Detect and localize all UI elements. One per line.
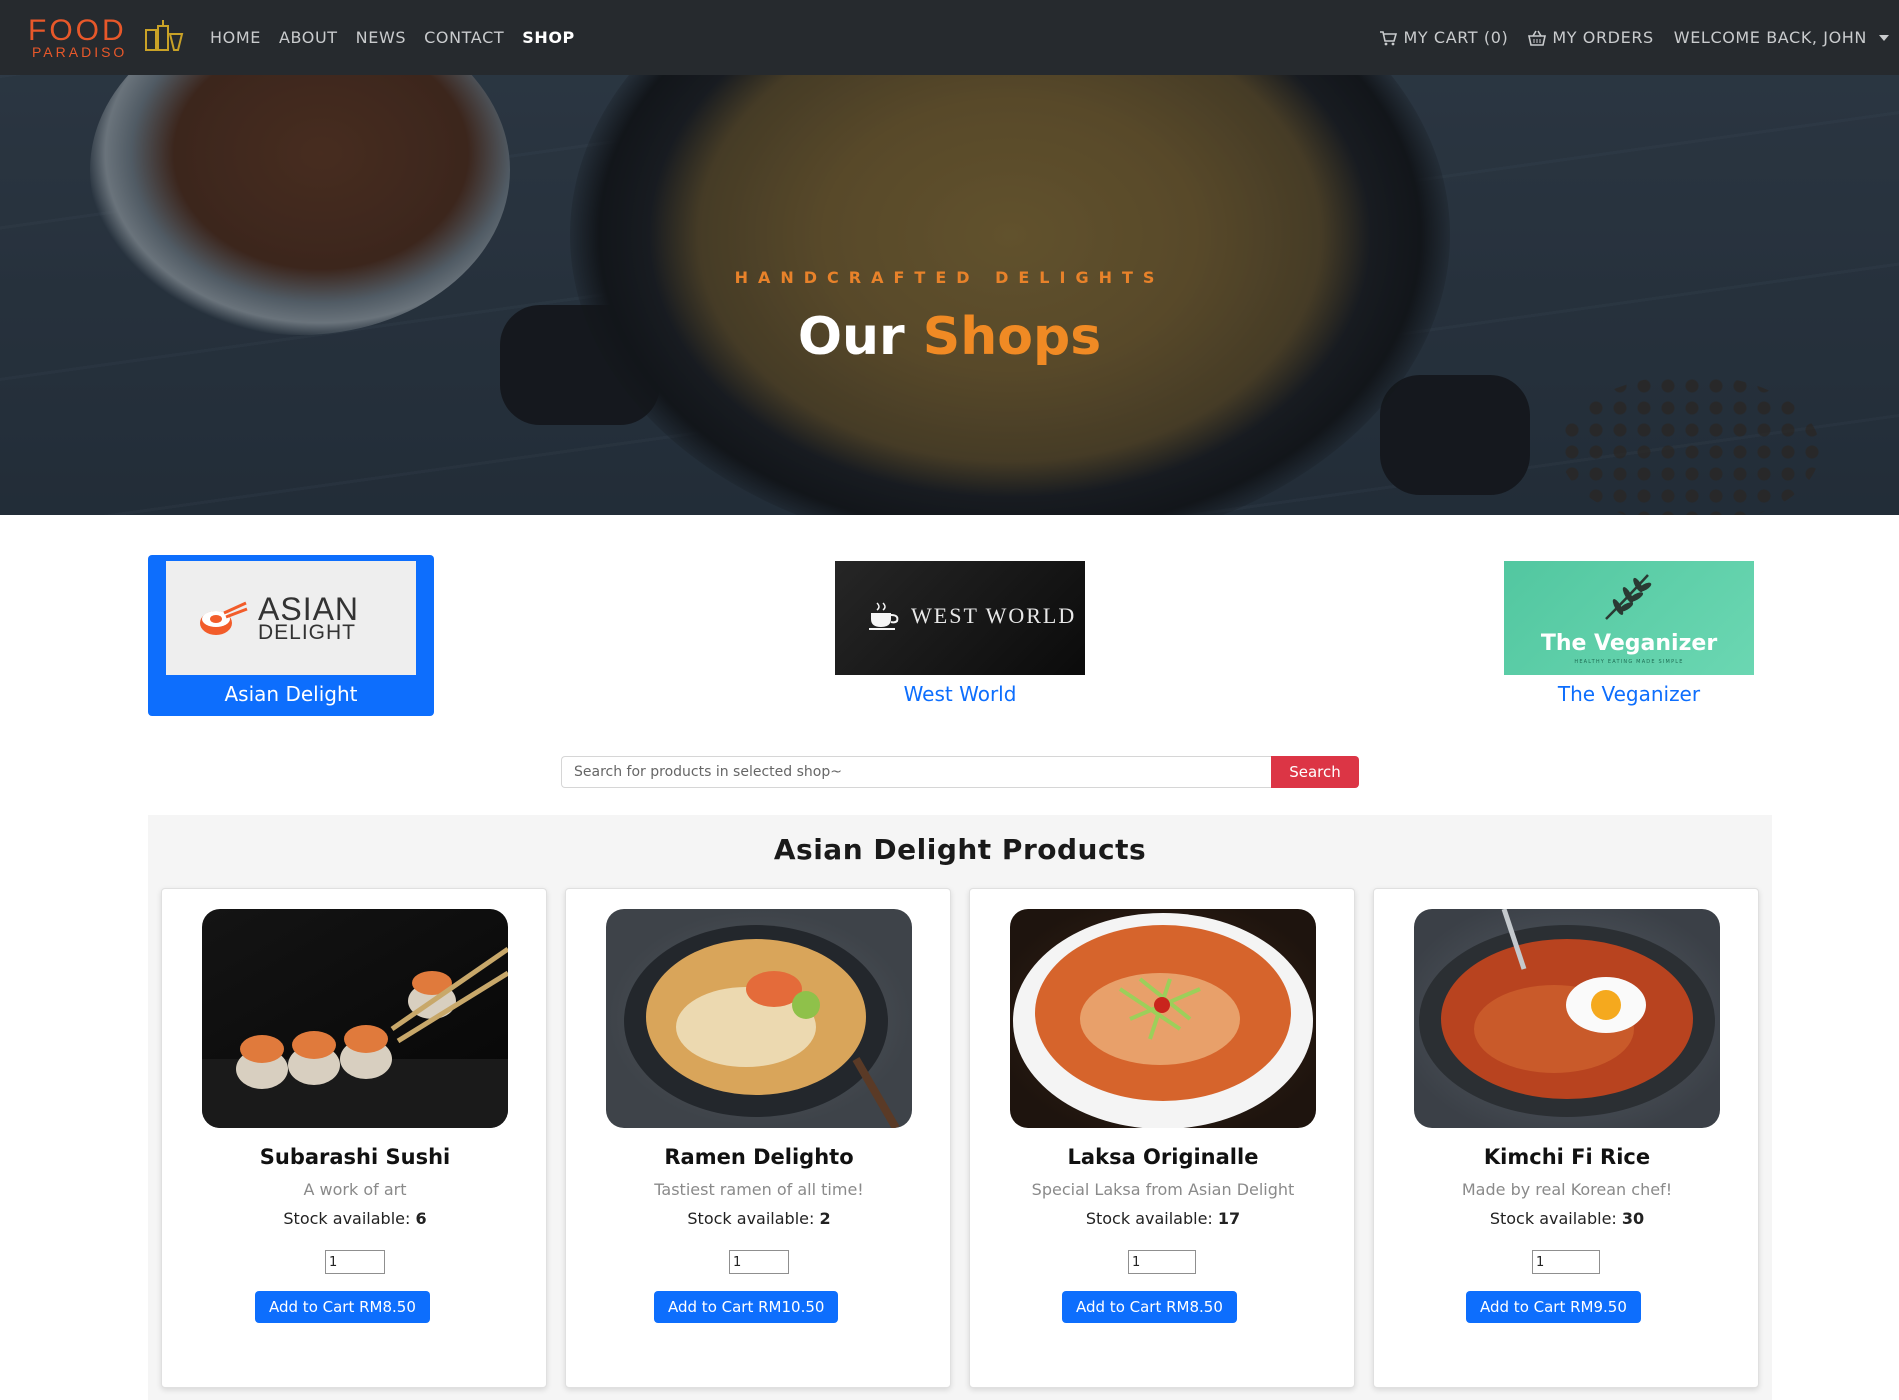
shop-name-west-world: West World <box>903 682 1017 706</box>
product-search-bar: Search <box>561 756 1359 788</box>
sushi-roll-icon <box>200 601 248 635</box>
chevron-down-icon <box>1879 34 1889 41</box>
hero-banner: HANDCRAFTED DELIGHTS Our Shops <box>0 75 1899 515</box>
veganizer-logo: The Veganizer HEALTHY EATING MADE SIMPLE <box>1504 561 1754 675</box>
product-name: Ramen Delighto <box>664 1145 854 1169</box>
stock-count: 2 <box>819 1209 831 1228</box>
product-stock: Stock available: 30 <box>1374 1209 1760 1228</box>
nav-link-contact[interactable]: CONTACT <box>424 28 504 47</box>
product-name: Kimchi Fi Rice <box>1483 1145 1651 1169</box>
main-nav-links: HOME ABOUT NEWS CONTACT SHOP <box>210 0 575 75</box>
stock-count: 30 <box>1621 1209 1645 1228</box>
nav-link-home[interactable]: HOME <box>210 28 261 47</box>
product-stock: Stock available: 2 <box>566 1209 952 1228</box>
stock-count: 6 <box>415 1209 427 1228</box>
product-description: Tastiest ramen of all time! <box>654 1180 864 1199</box>
products-section-title: Asian Delight Products <box>773 833 1147 866</box>
user-nav: MY CART (0) MY ORDERS WELCOME BACK, JOHN <box>1379 0 1889 75</box>
product-card-kimchi-fi-rice: Kimchi Fi Rice Made by real Korean chef!… <box>1373 888 1759 1388</box>
shop-name-the-veganizer: The Veganizer <box>1557 682 1701 706</box>
logo-word-paradiso: PARADISO <box>32 44 128 60</box>
hero-title-white: Our <box>797 307 905 367</box>
veganizer-logo-tagline: HEALTHY EATING MADE SIMPLE <box>1574 659 1684 665</box>
hero-subtitle: HANDCRAFTED DELIGHTS <box>734 268 1165 287</box>
hero-dark-overlay <box>0 75 1899 515</box>
shop-card-asian-delight[interactable]: ASIAN DELIGHT Asian Delight <box>148 555 434 716</box>
product-name: Subarashi Sushi <box>259 1145 451 1169</box>
my-cart-label: MY CART (0) <box>1403 28 1509 47</box>
add-to-cart-button[interactable]: Add to Cart RM10.50 <box>654 1291 839 1323</box>
west-world-logo: WEST WORLD <box>835 561 1085 675</box>
quantity-input[interactable] <box>1532 1250 1600 1274</box>
my-cart-link[interactable]: MY CART (0) <box>1379 28 1508 47</box>
add-to-cart-button[interactable]: Add to Cart RM8.50 <box>1062 1291 1237 1323</box>
add-to-cart-button[interactable]: Add to Cart RM9.50 <box>1466 1291 1641 1323</box>
product-stock: Stock available: 6 <box>162 1209 548 1228</box>
products-panel: Asian Delight Products Subarashi Sushi A… <box>148 815 1772 1400</box>
hero-title-accent: Shops <box>922 307 1102 367</box>
laksa-product-image <box>1010 909 1316 1128</box>
nav-link-about[interactable]: ABOUT <box>279 28 338 47</box>
stock-count: 17 <box>1217 1209 1241 1228</box>
sushi-illustration <box>202 946 508 1128</box>
kimchi-rice-illustration <box>1419 909 1715 1117</box>
nav-link-news[interactable]: NEWS <box>356 28 406 47</box>
cart-icon <box>1380 30 1398 45</box>
coffee-cup-icon <box>869 602 899 630</box>
laksa-illustration <box>1013 913 1313 1128</box>
kimchi-rice-product-image <box>1414 909 1720 1128</box>
shop-name-asian-delight: Asian Delight <box>224 682 358 706</box>
my-orders-label: MY ORDERS <box>1552 28 1654 47</box>
stock-label: Stock available: <box>1489 1209 1617 1228</box>
product-card-subarashi-sushi: Subarashi Sushi A work of art Stock avai… <box>161 888 547 1388</box>
quantity-input[interactable] <box>325 1250 385 1274</box>
logo-word-food: FOOD <box>28 14 127 47</box>
welcome-user-label: WELCOME BACK, JOHN <box>1673 28 1867 47</box>
product-search-input[interactable] <box>561 756 1271 788</box>
product-description: Special Laksa from Asian Delight <box>1031 1180 1295 1199</box>
search-button[interactable]: Search <box>1271 756 1359 788</box>
add-to-cart-button[interactable]: Add to Cart RM8.50 <box>255 1291 430 1323</box>
stock-label: Stock available: <box>283 1209 411 1228</box>
nav-link-shop[interactable]: SHOP <box>522 28 575 47</box>
product-stock: Stock available: 17 <box>970 1209 1356 1228</box>
veganizer-logo-text: The Veganizer <box>1540 631 1718 656</box>
product-description: A work of art <box>303 1180 407 1199</box>
basket-icon <box>1528 30 1547 46</box>
food-drinks-logo-icon <box>145 20 184 51</box>
shop-card-west-world[interactable]: WEST WORLD West World <box>817 555 1103 716</box>
product-card-laksa-originalle: Laksa Originalle Special Laksa from Asia… <box>969 888 1355 1388</box>
olive-branch-icon <box>1605 574 1652 620</box>
product-name: Laksa Originalle <box>1067 1145 1259 1169</box>
stock-label: Stock available: <box>1085 1209 1213 1228</box>
product-card-ramen-delighto: Ramen Delighto Tastiest ramen of all tim… <box>565 888 951 1388</box>
top-navbar: FOOD PARADISO HOME ABOUT NEWS CONTACT SH… <box>0 0 1899 75</box>
my-orders-link[interactable]: MY ORDERS <box>1528 28 1653 47</box>
product-description: Made by real Korean chef! <box>1461 1180 1673 1199</box>
quantity-input[interactable] <box>729 1250 789 1274</box>
food-paradiso-logo[interactable]: FOOD PARADISO <box>28 14 188 60</box>
west-world-logo-text: WEST WORLD <box>911 603 1077 628</box>
hero-title: Our Shops <box>0 307 1899 367</box>
user-menu-dropdown[interactable]: WELCOME BACK, JOHN <box>1674 28 1889 47</box>
asian-delight-logo: ASIAN DELIGHT <box>166 561 416 675</box>
shop-card-the-veganizer[interactable]: The Veganizer HEALTHY EATING MADE SIMPLE… <box>1486 555 1772 716</box>
ramen-product-image <box>606 909 912 1128</box>
quantity-input[interactable] <box>1128 1250 1196 1274</box>
sushi-product-image <box>202 909 508 1128</box>
ramen-illustration <box>624 925 900 1128</box>
asian-logo-line2: DELIGHT <box>258 621 357 644</box>
stock-label: Stock available: <box>687 1209 815 1228</box>
